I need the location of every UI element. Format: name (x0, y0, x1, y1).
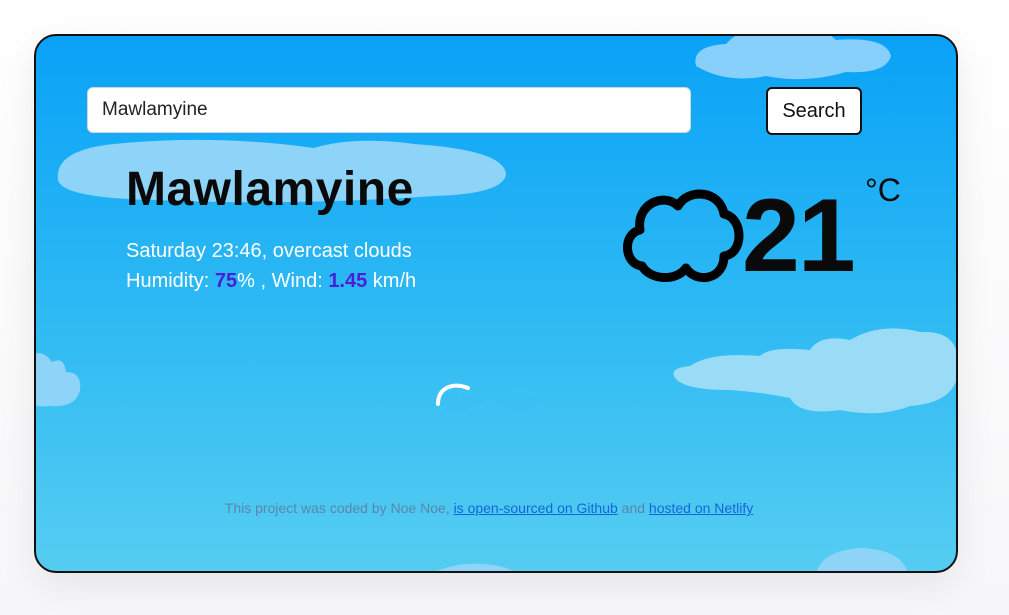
cloud-icon (623, 189, 744, 282)
search-input[interactable] (87, 87, 691, 133)
background-cloud-top-right (695, 36, 891, 80)
background-cloud-bottom-center (436, 563, 513, 571)
netlify-link[interactable]: hosted on Netlify (649, 500, 753, 516)
loading-spinner-icon (435, 383, 541, 417)
background-cloud-bottom-right (817, 548, 907, 571)
search-button[interactable]: Search (766, 87, 862, 135)
humidity-label: Humidity: (126, 270, 215, 292)
background-cloud-left-edge (36, 353, 81, 407)
humidity-unit: % (237, 270, 255, 292)
city-name: Mawlamyine (126, 163, 414, 216)
day-time: Saturday 23:46 (126, 240, 262, 262)
footer-text-middle: and (617, 500, 649, 516)
weather-description: overcast clouds (272, 240, 412, 262)
date-description-line: Saturday 23:46, overcast clouds (126, 240, 412, 262)
footer: This project was coded by Noe Noe, is op… (36, 500, 942, 516)
temperature-unit: °C (865, 172, 901, 208)
background-cloud-right (673, 328, 956, 414)
weather-app-card: Search Mawlamyine Saturday 23:46, overca… (34, 34, 958, 573)
wind-label: , Wind: (254, 270, 329, 292)
footer-text-prefix: This project was coded by Noe Noe, (224, 500, 454, 516)
temperature-value: 21 (742, 178, 856, 294)
weather-details: Saturday 23:46, overcast clouds Humidity… (126, 236, 416, 296)
humidity-value: 75 (214, 270, 238, 292)
github-link[interactable]: is open-sourced on Github (454, 500, 618, 516)
humidity-wind-line: Humidity: 75% , Wind: 1.45 km/h (126, 266, 416, 296)
wind-unit: km/h (367, 270, 417, 292)
wind-value: 1.45 (328, 270, 368, 292)
